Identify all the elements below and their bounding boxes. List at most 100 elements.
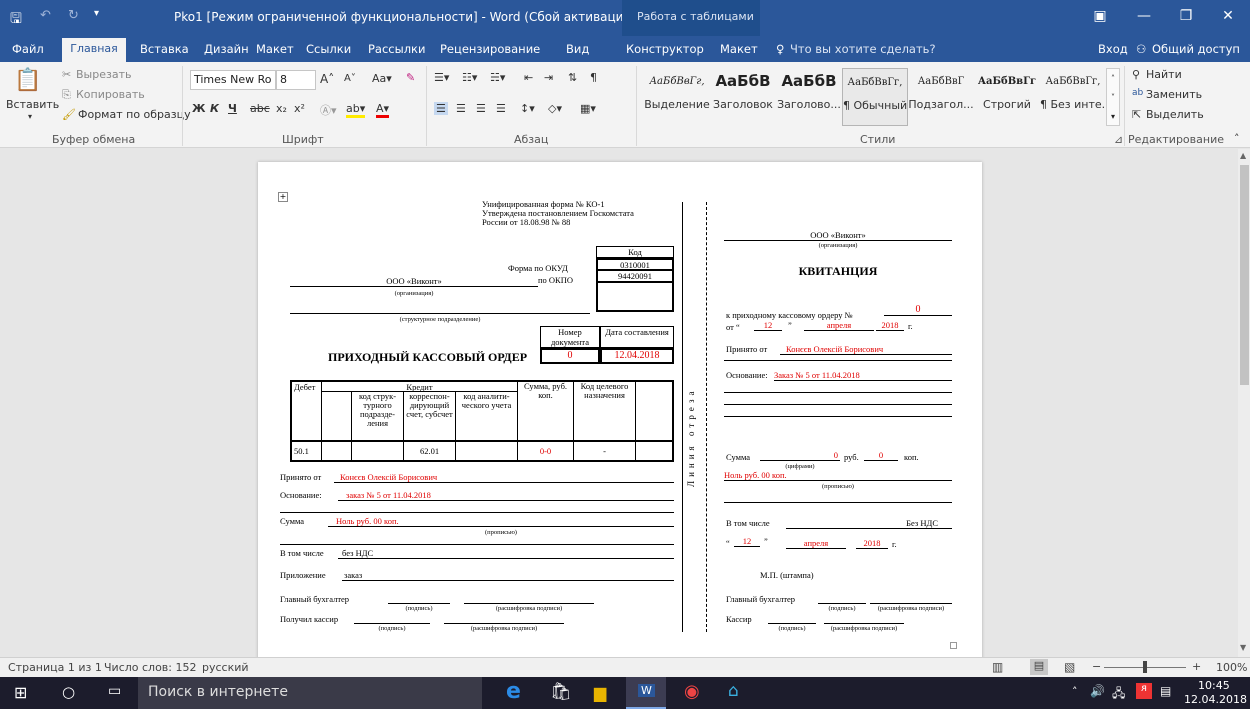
copy-button[interactable]: Копировать <box>76 88 145 101</box>
order-ref-number[interactable]: 0 <box>884 304 952 316</box>
taskbar-search-box[interactable]: Поиск в интернете <box>138 677 482 709</box>
chief-signature-field[interactable] <box>388 594 450 604</box>
replace-button[interactable]: Заменить <box>1146 88 1202 101</box>
page-count[interactable]: Страница 1 из 1 <box>8 661 102 674</box>
receipt-day[interactable]: 12 <box>754 320 782 331</box>
change-case-icon[interactable]: Aa▾ <box>372 72 392 85</box>
zoom-in-icon[interactable]: + <box>1192 660 1201 673</box>
close-button[interactable]: ✕ <box>1208 8 1248 24</box>
zoom-level[interactable]: 100% <box>1216 661 1247 674</box>
borders-icon[interactable]: ▦▾ <box>580 102 596 115</box>
select-button[interactable]: Выделить <box>1146 108 1204 121</box>
dialog-launcher-icon[interactable]: ⊿ <box>1114 133 1123 146</box>
decrease-indent-icon[interactable]: ⇤ <box>524 71 533 84</box>
debit-cell[interactable]: 50.1 <box>292 442 322 460</box>
tab-table-design[interactable]: Конструктор <box>626 42 704 56</box>
tab-table-layout[interactable]: Макет <box>720 42 758 56</box>
restore-button[interactable]: ❐ <box>1166 8 1206 24</box>
scissors-icon[interactable]: ✂ <box>62 68 71 81</box>
multilevel-list-icon[interactable]: ☵▾ <box>490 71 505 84</box>
receipt-sum-words[interactable]: Ноль руб. 00 коп. <box>724 470 952 481</box>
clear-format-icon[interactable]: ✎ <box>406 71 415 84</box>
format-painter-button[interactable]: Формат по образцу <box>78 108 191 121</box>
style-heading2[interactable]: АаБбВ Заголово... <box>776 68 842 126</box>
receipt-month-2[interactable]: апреля <box>786 538 846 549</box>
font-name-combo[interactable]: Times New Ro <box>190 70 276 90</box>
tab-layout[interactable]: Макет <box>256 42 294 56</box>
strikethrough-icon[interactable]: abc <box>250 102 270 115</box>
account-cell[interactable]: 62.01 <box>404 442 456 460</box>
chief-decode-field[interactable] <box>464 594 594 604</box>
sum-words[interactable]: Ноль руб. 00 коп. <box>328 516 674 527</box>
bold-icon[interactable]: Ж <box>192 102 205 115</box>
receipt-month[interactable]: апреля <box>804 320 874 331</box>
line-spacing-icon[interactable]: ↕▾ <box>520 102 535 115</box>
styles-scroll[interactable]: ˄ ˅ ▾ <box>1106 68 1120 126</box>
word-taskbar-button[interactable]: W <box>626 677 666 709</box>
font-size-combo[interactable]: 8 <box>276 70 316 90</box>
okud-value[interactable]: 0310001 <box>596 258 674 270</box>
purpose-cell[interactable]: - <box>574 442 636 460</box>
basis[interactable]: заказ № 5 от 11.04.2018 <box>338 490 674 501</box>
highlight-icon[interactable]: ab▾ <box>346 102 366 118</box>
undo-icon[interactable]: ↶ <box>40 8 51 23</box>
tab-review[interactable]: Рецензирование <box>440 42 540 56</box>
store-icon[interactable]: 🛍 <box>550 682 572 702</box>
sort-icon[interactable]: ⇅ <box>568 71 577 84</box>
increase-indent-icon[interactable]: ⇥ <box>544 71 553 84</box>
font-color-icon[interactable]: A▾ <box>376 102 390 118</box>
tell-me-input[interactable]: Что вы хотите сделать? <box>790 42 936 56</box>
tab-view[interactable]: Вид <box>566 42 589 56</box>
receipt-basis[interactable]: Заказ № 5 от 11.04.2018 <box>774 370 952 381</box>
empty-cell[interactable] <box>322 442 352 460</box>
shading-icon[interactable]: ◇▾ <box>548 102 562 115</box>
style-subtitle[interactable]: АаБбВвГ Подзагол... <box>908 68 974 126</box>
share-icon[interactable]: ⚇ <box>1136 42 1146 56</box>
sum-cell[interactable]: 0-0 <box>518 442 574 460</box>
receipt-cashier-decode[interactable] <box>824 614 904 624</box>
search-icon[interactable]: ○ <box>62 683 75 701</box>
doc-date[interactable]: 12.04.2018 <box>600 348 674 364</box>
tab-file[interactable]: Файл <box>12 42 44 56</box>
empty-cell[interactable] <box>456 442 518 460</box>
receipt-chief-signature[interactable] <box>818 594 866 604</box>
style-strong[interactable]: АаБбВвГг Строгий <box>974 68 1040 126</box>
tab-mailings[interactable]: Рассылки <box>368 42 425 56</box>
search-icon[interactable]: ⚲ <box>1132 68 1140 81</box>
scroll-thumb[interactable] <box>1240 165 1249 385</box>
justify-icon[interactable]: ☰ <box>496 102 506 115</box>
italic-icon[interactable]: К <box>210 102 219 115</box>
doc-number[interactable]: 0 <box>540 348 600 364</box>
lightbulb-icon[interactable]: ♀ <box>776 42 784 56</box>
receipt-year[interactable]: 2018 <box>876 320 904 331</box>
text-effects-icon[interactable]: Ⓐ▾ <box>320 102 337 118</box>
clipboard-icon[interactable]: 📋 <box>14 68 41 93</box>
receipt-received-from[interactable]: Конєєв Олексій Борисович <box>780 344 952 355</box>
shrink-font-icon[interactable]: A˅ <box>344 73 356 84</box>
taskbar-search-input[interactable]: Поиск в интернете <box>148 684 288 700</box>
copy-icon[interactable]: ⎘ <box>62 88 71 102</box>
numbering-icon[interactable]: ☷▾ <box>462 71 477 84</box>
web-layout-icon[interactable]: ▧ <box>1064 660 1075 674</box>
document-page[interactable]: + Унифицированная форма № КО-1 Утвержден… <box>258 162 982 657</box>
collapse-ribbon-icon[interactable]: ˄ <box>1234 132 1240 145</box>
table-resize-handle-icon[interactable] <box>950 642 957 649</box>
find-button[interactable]: Найти <box>1146 68 1182 81</box>
clock-time[interactable]: 10:45 <box>1198 679 1230 692</box>
underline-icon[interactable]: Ч <box>228 102 237 115</box>
antivirus-icon[interactable]: ᴙ <box>1136 683 1152 699</box>
paste-button[interactable]: Вставить <box>6 98 59 111</box>
cursor-icon[interactable]: ⇱ <box>1132 108 1141 121</box>
chevron-down-icon[interactable]: ▾ <box>28 112 32 121</box>
receipt-year-2[interactable]: 2018 <box>856 538 888 549</box>
empty-code-cell[interactable] <box>596 282 674 312</box>
receipt-kop-value[interactable]: 0 <box>864 450 898 461</box>
minimize-button[interactable]: — <box>1124 8 1164 24</box>
receipt-cashier-signature[interactable] <box>768 614 816 624</box>
subdivision-field[interactable] <box>290 302 590 314</box>
receipt-day-2[interactable]: 12 <box>734 536 760 547</box>
tab-home[interactable]: Главная <box>62 38 126 62</box>
style-no-spacing[interactable]: АаБбВвГг, ¶ Без инте... <box>1040 68 1106 126</box>
ribbon-display-icon[interactable]: ▣ <box>1080 8 1120 24</box>
receipt-org[interactable]: ООО «Виконт» <box>724 230 952 241</box>
